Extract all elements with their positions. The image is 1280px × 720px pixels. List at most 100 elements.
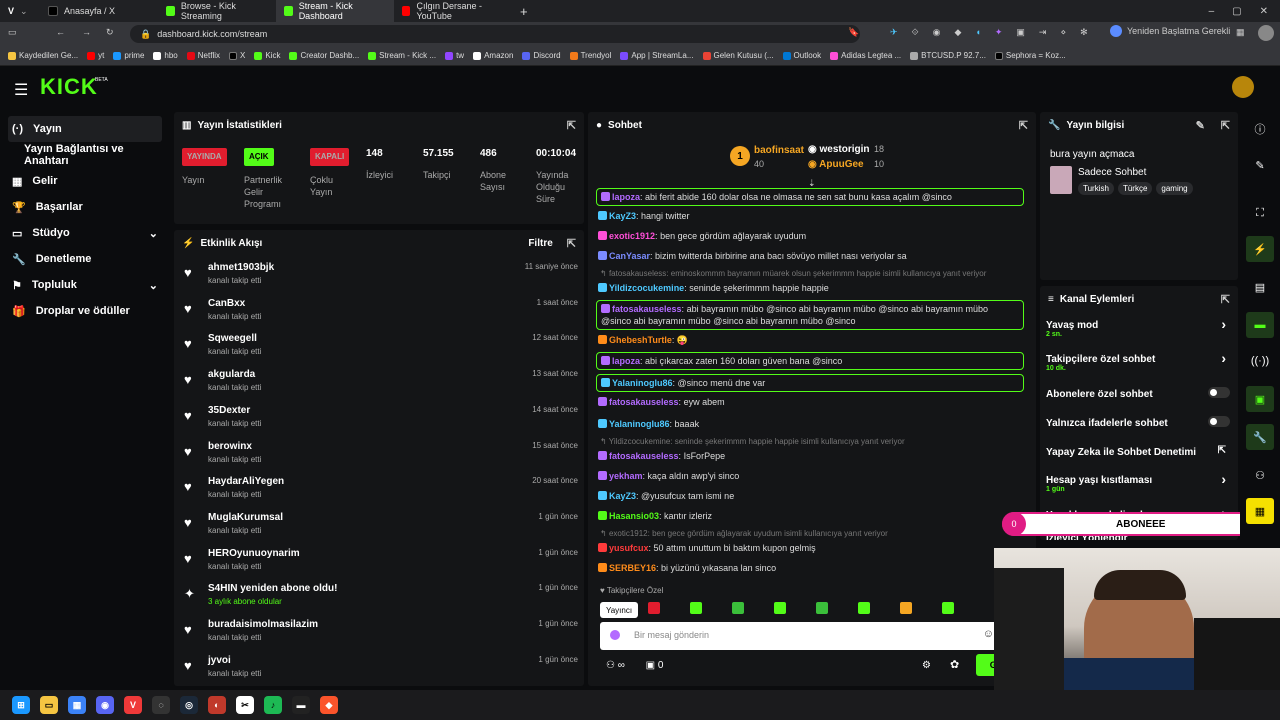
activity-user[interactable]: S4HIN yeniden abone oldu! [208, 583, 337, 594]
broadcast-icon[interactable]: ((·)) [1246, 348, 1274, 374]
popout-icon[interactable]: ⇱ [567, 237, 576, 250]
info-icon[interactable]: ⓘ [1246, 116, 1274, 142]
bookmark-item[interactable]: Gelen Kutusu (... [702, 51, 774, 60]
extension-icon[interactable]: ⟐ [912, 27, 919, 38]
bookmark-item[interactable]: Trendyol [569, 51, 611, 60]
chat-username[interactable]: exotic1912 [609, 231, 655, 241]
chat-username[interactable]: lapoza [612, 192, 640, 202]
activity-user[interactable]: HEROyunuoynarim [208, 548, 300, 559]
chat-username[interactable]: Hasansio03 [609, 511, 659, 521]
extension-icon[interactable]: ◉ [933, 27, 941, 38]
steam-icon[interactable]: ◎ [180, 696, 198, 714]
chat-username[interactable]: lapoza [612, 356, 640, 366]
bookmark-item[interactable]: Kaydedilen Ge... [8, 51, 78, 60]
channel-action-row[interactable]: Takipçilere özel sohbet 10 dk. › [1046, 346, 1238, 380]
edit-icon[interactable]: ✎ [1196, 119, 1205, 132]
tab-kick-dashboard[interactable]: Stream - Kick Dashboard [276, 0, 394, 22]
brave-icon[interactable]: ◆ [320, 696, 338, 714]
tag[interactable]: gaming [1156, 182, 1193, 195]
layout-icon[interactable]: ▣ [1246, 386, 1274, 412]
chat-username[interactable]: GhebeshTurtle [609, 335, 672, 345]
channel-action-row[interactable]: Yapay Zeka ile Sohbet Denetimi ⇱ [1046, 438, 1238, 467]
users-icon[interactable]: ⚇ [606, 660, 615, 671]
extension-icon[interactable]: ✈ [890, 27, 898, 38]
chat-bubble-icon[interactable]: ▬ [1246, 312, 1274, 338]
bookmark-item[interactable]: Adidas Legtea ... [830, 51, 901, 60]
reload-icon[interactable]: ↻ [106, 27, 114, 38]
bookmark-item[interactable]: prime [113, 51, 144, 60]
calendar-icon[interactable]: ▦ [1236, 27, 1245, 38]
tab-youtube[interactable]: Çılgın Dersane - YouTube [394, 0, 512, 22]
chat-username[interactable]: fatosakauseless [612, 304, 682, 314]
sidebar-item-gelir[interactable]: ▦ Gelir [0, 168, 170, 194]
extension-icon[interactable]: ✦ [995, 27, 1003, 38]
windows-start-icon[interactable]: ⊞ [12, 696, 30, 714]
minimize-icon[interactable]: – [1209, 6, 1215, 17]
bookmark-icon[interactable]: 🔖 [848, 27, 859, 38]
bookmark-item[interactable]: tw [445, 51, 464, 60]
emote-icon[interactable] [942, 602, 954, 614]
bolt-icon[interactable]: ⚡ [1246, 236, 1274, 262]
bookmark-item[interactable]: Outlook [782, 51, 821, 60]
emoji-icon[interactable]: ☺ [983, 628, 994, 640]
spotify-icon[interactable]: ♪ [264, 696, 282, 714]
app-icon[interactable]: ▬ [292, 696, 310, 714]
sidebar-item-droplar[interactable]: 🎁 Droplar ve ödüller [0, 298, 170, 324]
app-icon[interactable]: ◌ [152, 696, 170, 714]
channel-action-row[interactable]: Abonelere özel sohbet [1046, 380, 1238, 409]
chat-username[interactable]: fatosakauseless [609, 451, 679, 461]
infinity-icon[interactable]: ∞ [618, 660, 625, 671]
activity-user[interactable]: MuglaKurumsal [208, 512, 283, 523]
bookmark-item[interactable]: Kick [254, 51, 280, 60]
top-gifter-name[interactable]: ◉ ApuuGee [808, 159, 864, 170]
chat-username[interactable]: yusufcux [609, 543, 649, 553]
close-icon[interactable]: ✕ [1260, 6, 1268, 17]
hamburger-menu-icon[interactable]: ☰ [14, 80, 28, 100]
chat-username[interactable]: fatosakauseless [609, 397, 679, 407]
highlight-icon[interactable]: ▦ [1246, 498, 1274, 524]
kick-logo[interactable]: KICK [40, 74, 98, 100]
emote-icon[interactable] [858, 602, 870, 614]
sidebar-toggle-icon[interactable]: ▭ [8, 27, 17, 38]
wrench-icon[interactable]: 🔧 [1246, 424, 1274, 450]
channel-action-row[interactable]: Yavaş mod 2 sn. › [1046, 312, 1238, 346]
back-icon[interactable]: ← [56, 27, 65, 37]
sidebar-item-studyo[interactable]: ▭ Stüdyo ⌄ [0, 220, 170, 246]
user-avatar[interactable] [1232, 76, 1254, 98]
toggle-switch[interactable] [1208, 416, 1230, 427]
gear-icon[interactable]: ⚙ [922, 660, 931, 671]
chat-username[interactable]: Yildizcocukemine [609, 283, 684, 293]
vivaldi-icon[interactable]: V [124, 696, 142, 714]
sidebar-item-topluluk[interactable]: ⚑ Topluluk ⌄ [0, 272, 170, 298]
url-input[interactable]: 🔒 dashboard.kick.com/stream [130, 25, 860, 43]
app-icon[interactable]: ▦ [68, 696, 86, 714]
document-icon[interactable]: ▤ [1246, 274, 1274, 300]
sidebar-item-stream-key[interactable]: Yayın Bağlantısı ve Anahtarı [0, 142, 170, 168]
emote-icon[interactable] [774, 602, 786, 614]
top-gifter-name[interactable]: baofinsaat [754, 145, 804, 156]
activity-user[interactable]: berowinx [208, 441, 252, 452]
browser-menu-button[interactable]: V ⌄ [0, 0, 40, 22]
chat-username[interactable]: SERBEY16 [609, 563, 656, 573]
emote-icon[interactable] [690, 602, 702, 614]
activity-user[interactable]: jyvoi [208, 655, 231, 666]
bookmark-item[interactable]: Stream - Kick ... [368, 51, 436, 60]
top-gifter-name[interactable]: ◉ westorigin [808, 144, 870, 155]
sidebar-item-yayin[interactable]: (·) Yayın [8, 116, 162, 142]
chat-username[interactable]: Yalaninoglu86 [609, 419, 670, 429]
activity-user[interactable]: ahmet1903bjk [208, 262, 274, 273]
popout-icon[interactable]: ⇱ [1221, 119, 1230, 132]
channel-action-row[interactable]: Yalnızca ifadelerle sohbet [1046, 409, 1238, 438]
new-tab-button[interactable]: + [512, 0, 532, 22]
users-icon[interactable]: ⚇ [1246, 462, 1274, 488]
chat-username[interactable]: yekham [609, 471, 643, 481]
emote-icon[interactable] [648, 602, 660, 614]
store-icon[interactable]: ▣ [646, 660, 655, 671]
bookmark-item[interactable]: App | StreamLa... [620, 51, 694, 60]
bookmark-item[interactable]: Discord [522, 51, 561, 60]
chat-username[interactable]: CanYasar [609, 251, 650, 261]
file-explorer-icon[interactable]: ▭ [40, 696, 58, 714]
sidebar-item-denetleme[interactable]: 🔧 Denetleme [0, 246, 170, 272]
capcut-icon[interactable]: ✂ [236, 696, 254, 714]
toggle-switch[interactable] [1208, 387, 1230, 398]
